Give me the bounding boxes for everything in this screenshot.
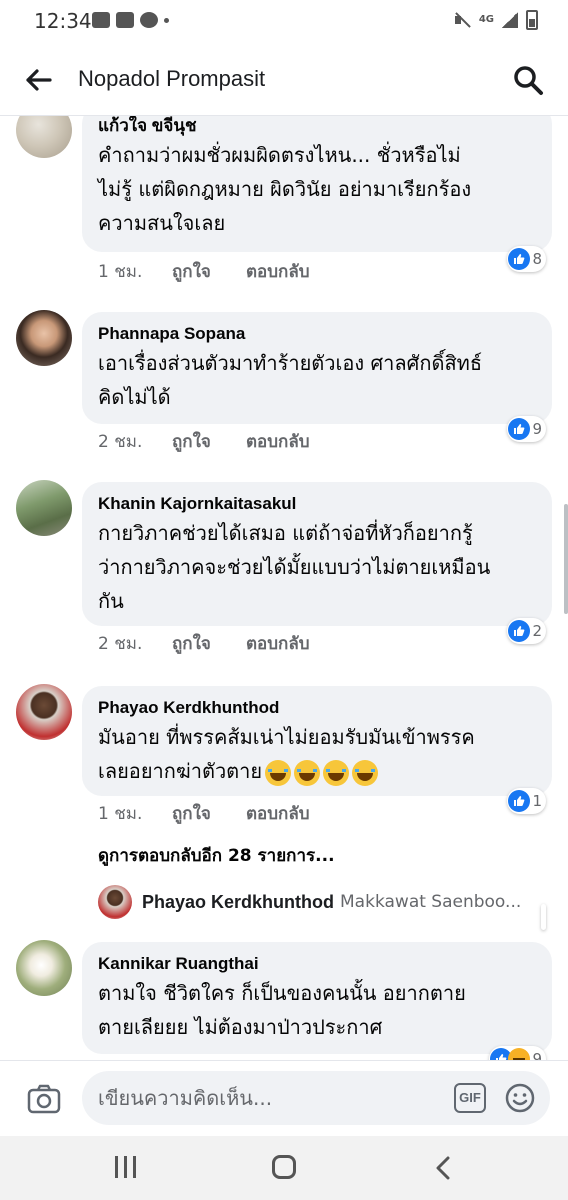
avatar[interactable] bbox=[16, 310, 72, 366]
comment-author[interactable]: แก้วใจ ขจีนุช bbox=[98, 116, 536, 138]
gif-button[interactable]: GIF bbox=[454, 1083, 486, 1113]
reaction-summary[interactable]: 9 bbox=[507, 416, 546, 442]
comment-time: 2 ชม. bbox=[98, 634, 143, 654]
back-arrow-icon[interactable] bbox=[24, 66, 52, 94]
comment-text-line-with-emoji: เลยอยากฆ่าตัวตาย bbox=[98, 754, 536, 788]
system-icons: 4G bbox=[453, 10, 538, 30]
comment-text-line: คำถามว่าผมชั่วผมผิดตรงไหน... ชั่วหรือไม่ bbox=[98, 143, 461, 167]
comment-bubble[interactable]: Kannikar Ruangthai ตามใจ ชีวิตใคร ก็เป็น… bbox=[82, 942, 552, 1054]
settings-icon bbox=[140, 12, 158, 28]
gallery-icon bbox=[92, 12, 110, 28]
comment-bubble[interactable]: Phayao Kerdkhunthod มันอาย ที่พรรคส้มเน่… bbox=[82, 686, 552, 796]
reply-button[interactable]: ตอบกลับ bbox=[246, 800, 310, 827]
reply-button[interactable]: ตอบกลับ bbox=[246, 630, 310, 657]
comment-actions: 2 ชม. ถูกใจ ตอบกลับ bbox=[98, 630, 310, 657]
comment-text-line: เอาเรื่องส่วนตัวมาทำร้ายตัวเอง ศาลศักดิ์… bbox=[98, 351, 483, 375]
laughing-crying-emoji-icon bbox=[352, 759, 379, 786]
comment-time: 2 ชม. bbox=[98, 432, 143, 452]
laughing-crying-emoji-icon bbox=[323, 759, 350, 786]
reaction-summary[interactable]: 2 bbox=[507, 618, 546, 644]
like-reaction-icon bbox=[508, 620, 531, 642]
comment-text-line: กัน bbox=[98, 589, 124, 613]
avatar[interactable] bbox=[98, 885, 132, 919]
avatar[interactable] bbox=[16, 684, 72, 740]
signal-icon bbox=[502, 12, 518, 28]
like-button[interactable]: ถูกใจ bbox=[172, 630, 246, 657]
reply-author[interactable]: Phayao Kerdkhunthod bbox=[142, 892, 334, 913]
comment-text-line: คิดไม่ได้ bbox=[98, 385, 171, 409]
system-back-icon[interactable] bbox=[432, 1156, 456, 1180]
comment-bubble[interactable]: Phannapa Sopana เอาเรื่องส่วนตัวมาทำร้าย… bbox=[82, 312, 552, 424]
reaction-summary[interactable]: 9 bbox=[489, 1046, 546, 1060]
emoji-picker-icon[interactable] bbox=[504, 1082, 536, 1114]
comment-text-line: ว่ากายวิภาคจะช่วยได้มั้ยแบบว่าไม่ตายเหมื… bbox=[98, 555, 491, 579]
reaction-summary[interactable]: 8 bbox=[507, 246, 546, 272]
page-title: Nopadol Prompasit bbox=[78, 66, 266, 91]
like-button[interactable]: ถูกใจ bbox=[172, 800, 246, 827]
comment-text-line: เลยอยากฆ่าตัวตาย bbox=[98, 759, 263, 783]
like-button[interactable]: ถูกใจ bbox=[172, 428, 246, 455]
view-more-replies-link[interactable]: ดูการตอบกลับอีก 28 รายการ... bbox=[98, 842, 335, 869]
youtube-icon bbox=[116, 12, 134, 28]
reaction-count: 1 bbox=[532, 792, 542, 810]
system-navigation-bar bbox=[0, 1136, 568, 1200]
like-reaction-icon bbox=[508, 790, 531, 812]
comment-bubble[interactable]: Khanin Kajornkaitasakul กายวิภาคช่วยได้เ… bbox=[82, 482, 552, 626]
laughing-crying-emoji-icon bbox=[265, 759, 292, 786]
reaction-summary[interactable]: 1 bbox=[507, 788, 546, 814]
reaction-count: 8 bbox=[532, 250, 542, 268]
home-icon[interactable] bbox=[272, 1155, 296, 1179]
comment-composer: GIF bbox=[0, 1060, 568, 1136]
avatar[interactable] bbox=[16, 940, 72, 996]
mute-icon bbox=[453, 11, 471, 29]
battery-icon bbox=[526, 10, 538, 30]
status-time: 12:34 bbox=[34, 9, 92, 33]
reply-button[interactable]: ตอบกลับ bbox=[246, 428, 310, 455]
comment-actions: 1 ชม. ถูกใจ ตอบกลับ bbox=[98, 800, 310, 827]
more-notifications-icon bbox=[164, 18, 169, 23]
search-icon[interactable] bbox=[512, 64, 544, 96]
comment-author[interactable]: Kannikar Ruangthai bbox=[98, 952, 536, 976]
haha-reaction-icon bbox=[508, 1048, 531, 1060]
camera-icon[interactable] bbox=[26, 1081, 62, 1117]
comment-author[interactable]: Phayao Kerdkhunthod bbox=[98, 696, 536, 720]
scrollbar-thumb[interactable] bbox=[564, 504, 568, 614]
like-reaction-icon bbox=[508, 248, 531, 270]
comment-actions: 1 ชม. ถูกใจ ตอบกลับ bbox=[98, 258, 310, 285]
reply-preview[interactable]: Phayao Kerdkhunthod Makkawat Saenboo... bbox=[98, 884, 568, 920]
reaction-count: 2 bbox=[532, 622, 542, 640]
comment-time: 1 ชม. bbox=[98, 262, 143, 282]
recent-apps-icon[interactable] bbox=[112, 1156, 138, 1180]
like-button[interactable]: ถูกใจ bbox=[172, 258, 246, 285]
comments-list: แก้วใจ ขจีนุช คำถามว่าผมชั่วผมผิดตรงไหน.… bbox=[0, 116, 568, 1060]
top-bar: Nopadol Prompasit bbox=[0, 44, 568, 116]
avatar[interactable] bbox=[16, 116, 72, 158]
like-reaction-icon bbox=[508, 418, 531, 440]
reply-button[interactable]: ตอบกลับ bbox=[246, 258, 310, 285]
notification-icons bbox=[92, 12, 169, 28]
comment-author[interactable]: Phannapa Sopana bbox=[98, 322, 536, 346]
laughing-crying-emoji-icon bbox=[294, 759, 321, 786]
comment-text-line: ไม่รู้ แต่ผิดกฎหมาย ผิดวินัย อย่ามาเรียก… bbox=[98, 177, 472, 201]
comment-text-line: ตายเลียยย ไม่ต้องมาป่าวประกาศ bbox=[98, 1015, 383, 1039]
comment-bubble[interactable]: แก้วใจ ขจีนุช คำถามว่าผมชั่วผมผิดตรงไหน.… bbox=[82, 116, 552, 252]
avatar[interactable] bbox=[16, 480, 72, 536]
status-bar: 12:34 4G bbox=[0, 0, 568, 44]
network-type: 4G bbox=[478, 14, 494, 25]
comment-actions: 2 ชม. ถูกใจ ตอบกลับ bbox=[98, 428, 310, 455]
reply-snippet: Makkawat Saenboo... bbox=[340, 892, 522, 912]
reaction-count: 9 bbox=[532, 1050, 542, 1060]
comment-text-line: ความสนใจเลย bbox=[98, 211, 226, 235]
comment-author[interactable]: Khanin Kajornkaitasakul bbox=[98, 492, 536, 516]
comment-text-line: กายวิภาคช่วยได้เสมอ แต่ถ้าจ่อที่หัวก็อยา… bbox=[98, 521, 473, 545]
reaction-count: 9 bbox=[532, 420, 542, 438]
comment-text-line: ตามใจ ชีวิตใคร ก็เป็นของคนนั้น อยากตาย bbox=[98, 981, 466, 1005]
comment-time: 1 ชม. bbox=[98, 804, 143, 824]
comment-text-line: มันอาย ที่พรรคส้มเน่าไม่ยอมรับมันเข้าพรร… bbox=[98, 725, 475, 749]
